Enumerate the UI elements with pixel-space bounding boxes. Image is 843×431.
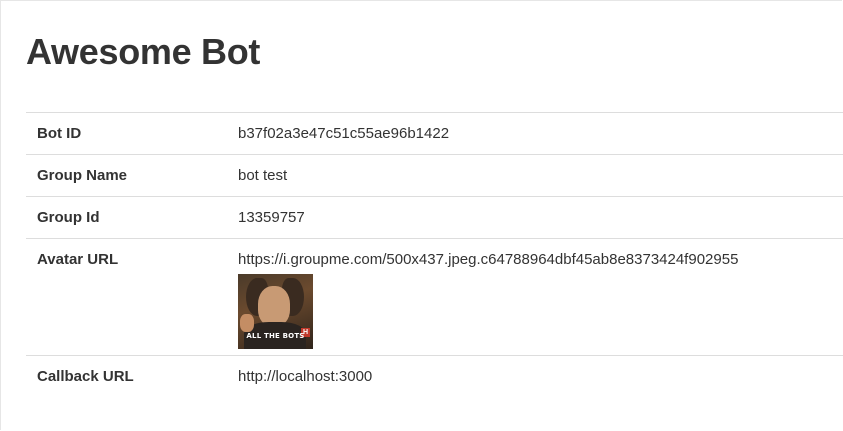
group-id-value: 13359757: [238, 209, 305, 226]
avatar-image-face: [258, 286, 290, 326]
callback-url-value: http://localhost:3000: [238, 368, 373, 385]
group-name-label: Group Name: [37, 167, 128, 184]
avatar-image: H ALL THE BOTS: [238, 274, 313, 349]
bot-id-label: Bot ID: [37, 125, 82, 142]
table-row-group-name: Group Name bot test: [26, 154, 843, 197]
table-row-avatar-url: Avatar URL https://i.groupme.com/500x437…: [26, 238, 843, 356]
group-id-label: Group Id: [37, 209, 100, 226]
avatar-url-label: Avatar URL: [37, 251, 119, 268]
bot-id-value: b37f02a3e47c51c55ae96b1422: [238, 125, 450, 142]
bot-details-table: Bot ID b37f02a3e47c51c55ae96b1422 Group …: [26, 112, 843, 400]
avatar-image-caption: ALL THE BOTS: [246, 332, 305, 340]
group-name-value: bot test: [238, 167, 288, 184]
avatar-url-value: https://i.groupme.com/500x437.jpeg.c6478…: [238, 251, 739, 268]
table-row-group-id: Group Id 13359757: [26, 196, 843, 239]
table-row-bot-id: Bot ID b37f02a3e47c51c55ae96b1422: [26, 112, 843, 155]
callback-url-label: Callback URL: [37, 368, 134, 385]
avatar-url-cell: https://i.groupme.com/500x437.jpeg.c6478…: [238, 239, 843, 356]
table-row-callback-url: Callback URL http://localhost:3000: [26, 355, 843, 400]
page-title: Awesome Bot: [26, 31, 261, 72]
